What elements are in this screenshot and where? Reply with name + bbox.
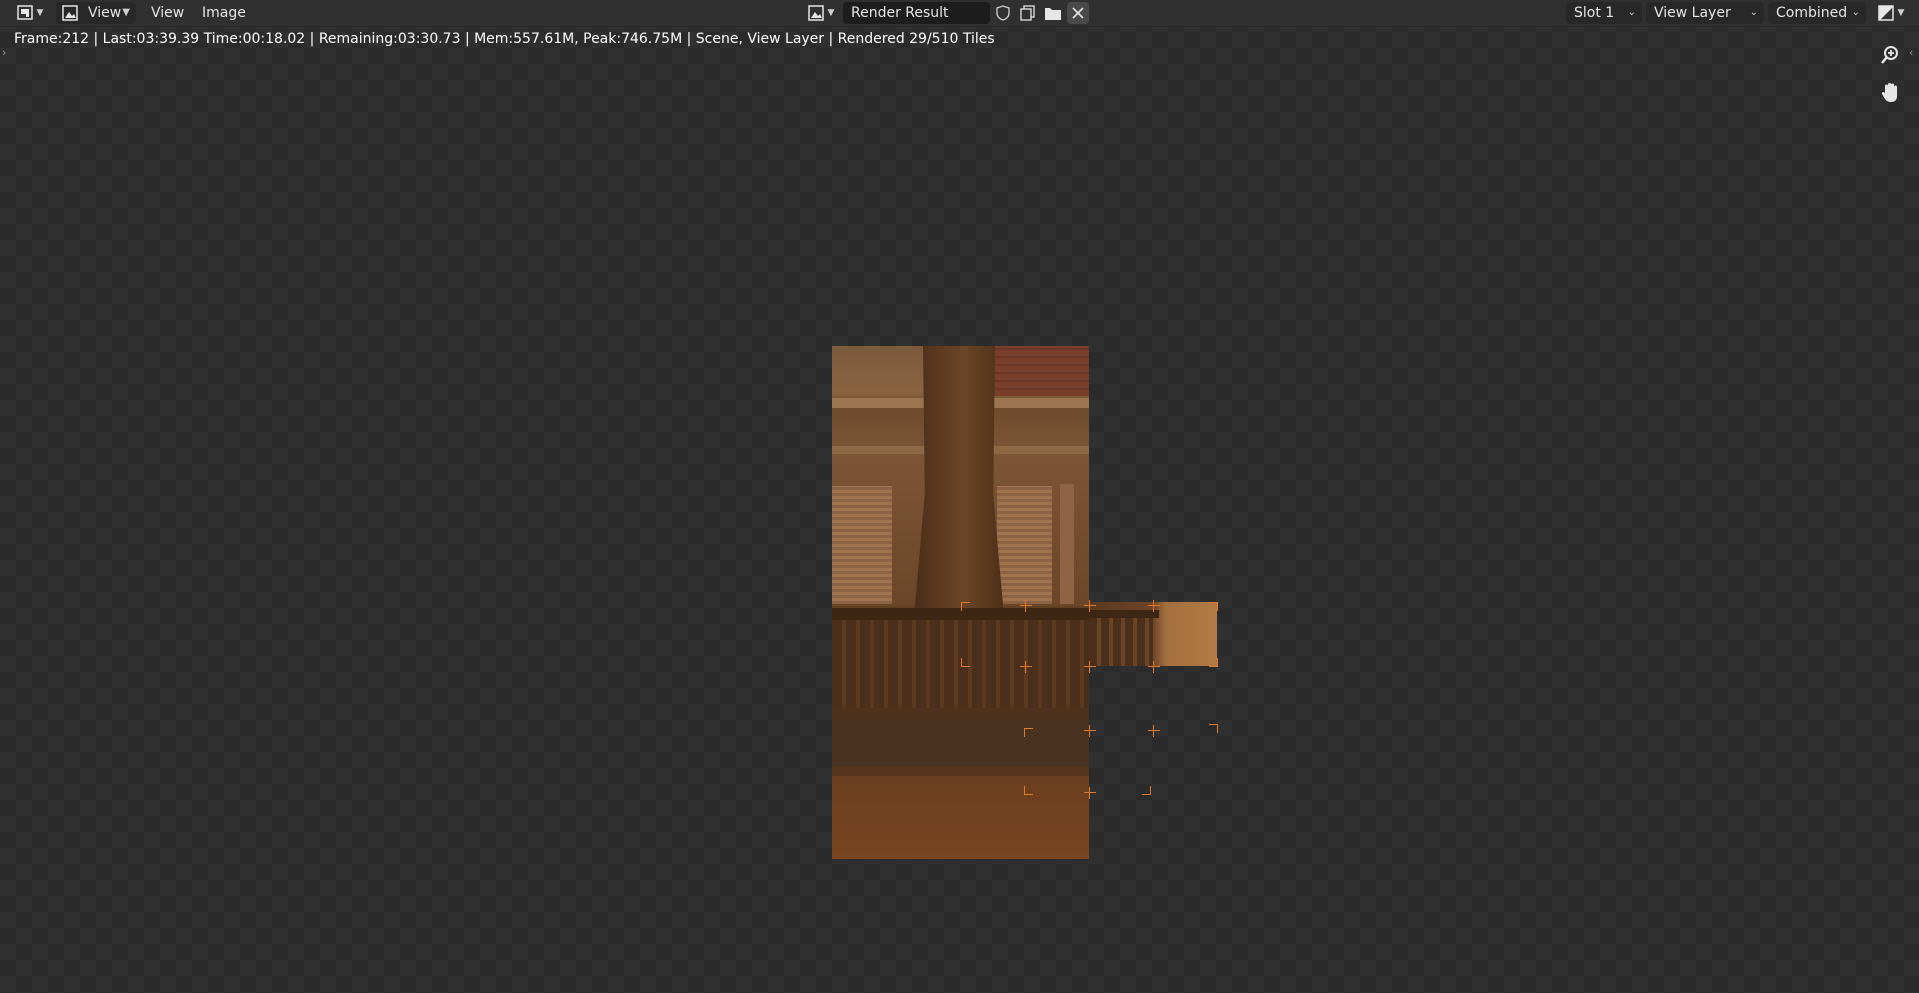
slot-dropdown[interactable]: Slot 1 ⌄ bbox=[1566, 2, 1642, 24]
render-bench-backrest bbox=[1089, 612, 1153, 666]
editor-type-selector[interactable]: ▼ bbox=[12, 2, 48, 24]
render-pillar bbox=[1060, 484, 1074, 604]
folder-icon bbox=[1045, 8, 1061, 20]
tile-marker bbox=[1084, 600, 1096, 612]
tile-marker bbox=[1024, 786, 1033, 795]
tile-marker bbox=[1209, 724, 1218, 733]
chevron-down-icon: ▼ bbox=[122, 7, 130, 18]
shield-icon bbox=[996, 5, 1010, 21]
menu-view[interactable]: View bbox=[145, 2, 190, 24]
display-channels-button[interactable]: ▼ bbox=[1873, 2, 1909, 24]
slot-label: Slot 1 bbox=[1574, 5, 1615, 21]
toolbar-expand-arrow-icon[interactable]: › bbox=[2, 46, 6, 59]
render-ground bbox=[832, 776, 1089, 859]
unlink-image-button[interactable] bbox=[1067, 2, 1089, 24]
fake-user-button[interactable] bbox=[992, 2, 1014, 24]
open-image-button[interactable] bbox=[1042, 2, 1064, 24]
render-pass-label: Combined bbox=[1776, 5, 1848, 21]
hand-icon bbox=[1881, 83, 1897, 102]
image-editor-icon bbox=[16, 5, 33, 20]
image-name-field[interactable]: Render Result bbox=[843, 2, 990, 24]
chevron-down-icon: ⌄ bbox=[1749, 7, 1758, 18]
tile-marker bbox=[1020, 661, 1032, 673]
image-browse-icon bbox=[807, 5, 824, 21]
duplicate-icon bbox=[1020, 5, 1035, 21]
chevron-down-icon: ▼ bbox=[827, 8, 835, 18]
tile-marker bbox=[961, 602, 970, 611]
render-shutter bbox=[997, 486, 1052, 604]
render-status-text: Frame:212 | Last:03:39.39 Time:00:18.02 … bbox=[14, 31, 995, 47]
menu-image[interactable]: Image bbox=[196, 2, 252, 24]
tile-marker bbox=[1142, 786, 1151, 795]
render-bench-seat bbox=[832, 716, 1089, 766]
tile-marker bbox=[1084, 725, 1096, 737]
tile-marker bbox=[1209, 658, 1218, 667]
tile-marker bbox=[1148, 661, 1160, 673]
tile-marker bbox=[961, 658, 970, 667]
render-shutter bbox=[832, 486, 892, 604]
chevron-down-icon: ⌄ bbox=[1851, 7, 1860, 18]
close-icon bbox=[1072, 7, 1084, 19]
new-image-button[interactable] bbox=[1017, 2, 1039, 24]
tile-marker bbox=[1084, 661, 1096, 673]
display-channels-icon bbox=[1877, 5, 1894, 21]
render-brick-wall bbox=[992, 346, 1089, 396]
view-mode-label: View bbox=[88, 5, 122, 21]
chevron-down-icon: ▼ bbox=[36, 8, 44, 18]
image-view-icon bbox=[62, 5, 78, 21]
sidebar-expand-arrow-icon[interactable]: ‹ bbox=[1909, 46, 1913, 59]
header-bar: ▼ View ▼ View Image ▼ Render Result Slot… bbox=[0, 0, 1919, 27]
render-bench-rail bbox=[1089, 610, 1159, 618]
tile-marker bbox=[1084, 787, 1096, 799]
tile-marker bbox=[1148, 725, 1160, 737]
chevron-down-icon: ⌄ bbox=[1627, 7, 1636, 18]
zoom-in-icon bbox=[1881, 46, 1898, 64]
tile-marker bbox=[1020, 600, 1032, 612]
tile-marker bbox=[1209, 602, 1218, 611]
chevron-down-icon: ▼ bbox=[1897, 8, 1905, 18]
render-tree-trunk bbox=[914, 346, 1004, 616]
pan-tool[interactable] bbox=[1877, 80, 1903, 106]
tile-marker bbox=[1024, 728, 1033, 737]
tile-marker bbox=[1148, 600, 1160, 612]
render-pass-dropdown[interactable]: Combined ⌄ bbox=[1768, 2, 1866, 24]
browse-image-button[interactable]: ▼ bbox=[803, 2, 839, 24]
view-layer-label: View Layer bbox=[1654, 5, 1731, 21]
view-mode-dropdown[interactable]: View ▼ bbox=[56, 2, 136, 24]
zoom-tool[interactable] bbox=[1877, 42, 1903, 68]
image-name-value: Render Result bbox=[851, 5, 949, 21]
view-layer-dropdown[interactable]: View Layer ⌄ bbox=[1646, 2, 1764, 24]
